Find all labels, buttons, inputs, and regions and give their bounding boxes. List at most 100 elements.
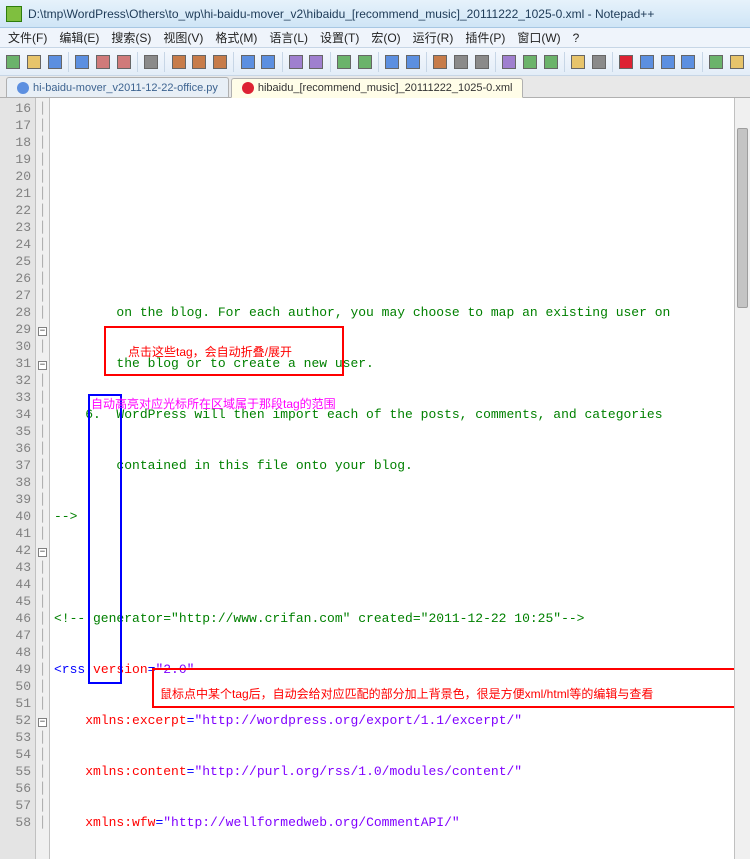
fold-toggle[interactable]: − bbox=[36, 542, 49, 559]
code-line[interactable]: xmlns:content="http://purl.org/rss/1.0/m… bbox=[54, 763, 750, 780]
fold-toggle[interactable]: − bbox=[36, 321, 49, 338]
open-file-icon[interactable] bbox=[25, 51, 44, 73]
fold-guide[interactable]: │ bbox=[36, 746, 49, 763]
doc-map-icon[interactable] bbox=[521, 51, 540, 73]
fold-guide[interactable]: │ bbox=[36, 134, 49, 151]
fn-list-icon[interactable] bbox=[541, 51, 560, 73]
menu-item[interactable]: 搜索(S) bbox=[107, 27, 155, 48]
code-line[interactable]: on the blog. For each author, you may ch… bbox=[54, 304, 750, 321]
fold-guide[interactable]: │ bbox=[36, 100, 49, 117]
menu-item[interactable]: ? bbox=[569, 29, 584, 47]
editor-area[interactable]: 1617181920212223242526272829303132333435… bbox=[0, 98, 750, 859]
fold-column[interactable]: │││││││││││││−│−││││││││││−│││││││││−│││… bbox=[36, 98, 50, 859]
fold-guide[interactable]: │ bbox=[36, 610, 49, 627]
close-all-icon[interactable] bbox=[114, 51, 133, 73]
fold-guide[interactable]: │ bbox=[36, 593, 49, 610]
folder-icon[interactable] bbox=[569, 51, 588, 73]
fold-guide[interactable]: │ bbox=[36, 797, 49, 814]
play-icon[interactable] bbox=[638, 51, 657, 73]
wrap-icon[interactable] bbox=[431, 51, 450, 73]
replace-icon[interactable] bbox=[307, 51, 326, 73]
fold-guide[interactable]: │ bbox=[36, 627, 49, 644]
play-multi-icon[interactable] bbox=[658, 51, 677, 73]
menu-item[interactable]: 语言(L) bbox=[265, 27, 312, 48]
fold-guide[interactable]: │ bbox=[36, 287, 49, 304]
fold-guide[interactable]: │ bbox=[36, 491, 49, 508]
fold-guide[interactable]: │ bbox=[36, 185, 49, 202]
fold-guide[interactable]: │ bbox=[36, 780, 49, 797]
fold-guide[interactable]: │ bbox=[36, 695, 49, 712]
fold-guide[interactable]: │ bbox=[36, 253, 49, 270]
fold-guide[interactable]: │ bbox=[36, 338, 49, 355]
code-line[interactable]: contained in this file onto your blog. bbox=[54, 457, 750, 474]
fold-guide[interactable]: │ bbox=[36, 406, 49, 423]
save-macro-icon[interactable] bbox=[679, 51, 698, 73]
fold-guide[interactable]: │ bbox=[36, 457, 49, 474]
fold-guide[interactable]: │ bbox=[36, 661, 49, 678]
fold-guide[interactable]: │ bbox=[36, 168, 49, 185]
copy-icon[interactable] bbox=[190, 51, 209, 73]
file-tab[interactable]: hi-baidu-mover_v2011-12-22-office.py bbox=[6, 77, 229, 97]
code-line[interactable]: <rss version="2.0" bbox=[54, 661, 750, 678]
fold-guide[interactable]: │ bbox=[36, 304, 49, 321]
close-icon[interactable] bbox=[94, 51, 113, 73]
menu-item[interactable]: 运行(R) bbox=[409, 27, 458, 48]
save-icon[interactable] bbox=[45, 51, 64, 73]
fold-guide[interactable]: │ bbox=[36, 559, 49, 576]
fold-guide[interactable]: │ bbox=[36, 389, 49, 406]
fold-guide[interactable]: │ bbox=[36, 117, 49, 134]
code-line[interactable] bbox=[54, 559, 750, 576]
fold-guide[interactable]: │ bbox=[36, 151, 49, 168]
code-line[interactable]: xmlns:excerpt="http://wordpress.org/expo… bbox=[54, 712, 750, 729]
fold-guide[interactable]: │ bbox=[36, 678, 49, 695]
menu-item[interactable]: 视图(V) bbox=[159, 27, 207, 48]
menu-item[interactable]: 文件(F) bbox=[4, 27, 51, 48]
menu-item[interactable]: 窗口(W) bbox=[513, 27, 564, 48]
new-file-icon[interactable] bbox=[4, 51, 23, 73]
fold-guide[interactable]: │ bbox=[36, 576, 49, 593]
fold-toggle[interactable]: − bbox=[36, 355, 49, 372]
toggle-icon[interactable] bbox=[707, 51, 726, 73]
redo-icon[interactable] bbox=[259, 51, 278, 73]
menu-item[interactable]: 格式(M) bbox=[211, 27, 261, 48]
fold-guide[interactable]: │ bbox=[36, 236, 49, 253]
menu-item[interactable]: 设置(T) bbox=[316, 27, 363, 48]
code-line[interactable]: xmlns:wfw="http://wellformedweb.org/Comm… bbox=[54, 814, 750, 831]
fold-toggle[interactable]: − bbox=[36, 712, 49, 729]
sync-h-icon[interactable] bbox=[403, 51, 422, 73]
fold-guide[interactable]: │ bbox=[36, 219, 49, 236]
vertical-scrollbar[interactable] bbox=[734, 98, 750, 859]
indent-guide-icon[interactable] bbox=[472, 51, 491, 73]
file-tab[interactable]: hibaidu_[recommend_music]_20111222_1025-… bbox=[231, 78, 524, 98]
fold-guide[interactable]: │ bbox=[36, 440, 49, 457]
code-line[interactable]: --> bbox=[54, 508, 750, 525]
fold-guide[interactable]: │ bbox=[36, 644, 49, 661]
zoom-in-icon[interactable] bbox=[335, 51, 354, 73]
fold-guide[interactable]: │ bbox=[36, 202, 49, 219]
cut-icon[interactable] bbox=[169, 51, 188, 73]
zoom-out-icon[interactable] bbox=[355, 51, 374, 73]
fold-guide[interactable]: │ bbox=[36, 270, 49, 287]
fold-guide[interactable]: │ bbox=[36, 508, 49, 525]
menu-item[interactable]: 插件(P) bbox=[461, 27, 509, 48]
highlight-icon[interactable] bbox=[727, 51, 746, 73]
fold-guide[interactable]: │ bbox=[36, 423, 49, 440]
sync-v-icon[interactable] bbox=[383, 51, 402, 73]
paste-icon[interactable] bbox=[211, 51, 230, 73]
fold-guide[interactable]: │ bbox=[36, 525, 49, 542]
fold-guide[interactable]: │ bbox=[36, 372, 49, 389]
record-icon[interactable] bbox=[617, 51, 636, 73]
fold-guide[interactable]: │ bbox=[36, 763, 49, 780]
fold-guide[interactable]: │ bbox=[36, 474, 49, 491]
monitor-icon[interactable] bbox=[589, 51, 608, 73]
menu-item[interactable]: 编辑(E) bbox=[55, 27, 103, 48]
menu-item[interactable]: 宏(O) bbox=[367, 27, 404, 48]
code-area[interactable]: 点击这些tag，会自动折叠/展开 自动高亮对应光标所在区域属于那段tag的范围 … bbox=[50, 98, 750, 859]
code-line[interactable]: <!-- generator="http://www.crifan.com" c… bbox=[54, 610, 750, 627]
show-all-icon[interactable] bbox=[452, 51, 471, 73]
print-icon[interactable] bbox=[142, 51, 161, 73]
undo-icon[interactable] bbox=[238, 51, 257, 73]
save-all-icon[interactable] bbox=[73, 51, 92, 73]
scrollbar-thumb[interactable] bbox=[737, 128, 748, 308]
fold-guide[interactable]: │ bbox=[36, 729, 49, 746]
